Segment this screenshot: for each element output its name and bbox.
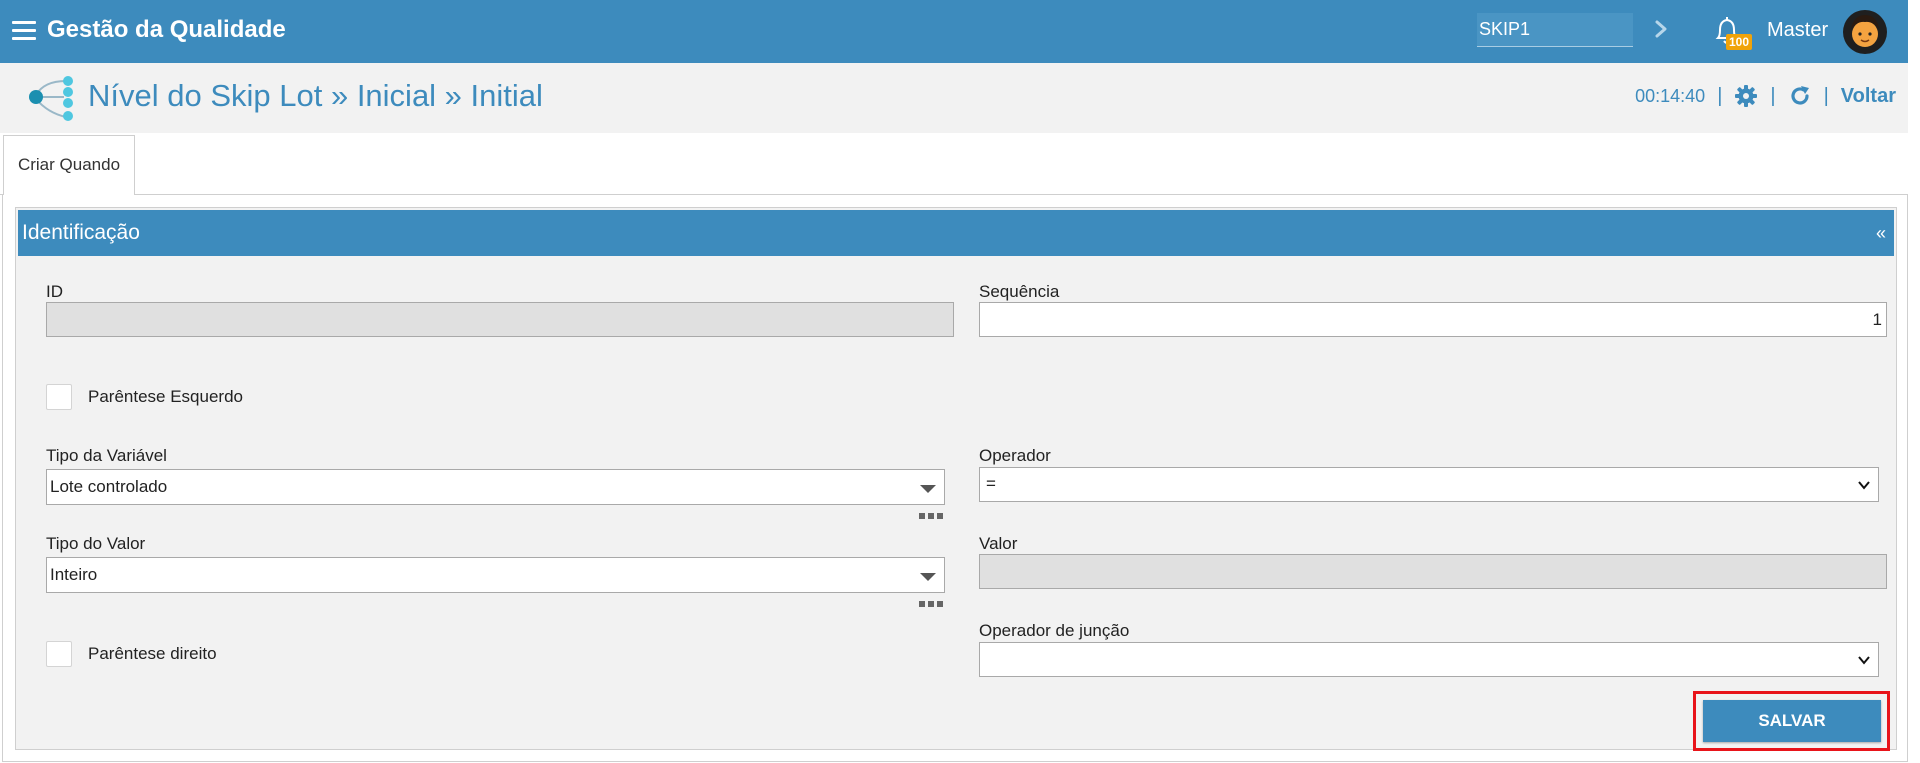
parentese-esquerdo-label: Parêntese Esquerdo	[88, 387, 243, 406]
parentese-esquerdo-checkbox[interactable]	[46, 384, 72, 410]
hamburger-icon[interactable]	[12, 21, 36, 41]
save-button[interactable]: SALVAR	[1703, 700, 1881, 742]
divider: |	[1717, 84, 1723, 107]
chevron-right-icon[interactable]	[1650, 18, 1672, 40]
tipo-valor-combo[interactable]: Inteiro	[46, 557, 945, 593]
notification-badge: 100	[1726, 34, 1753, 50]
avatar[interactable]	[1842, 9, 1888, 55]
search-input[interactable]	[1477, 13, 1633, 47]
page-title: Nível do Skip Lot » Inicial » Initial	[88, 78, 543, 113]
operador-juncao-select[interactable]	[979, 642, 1879, 677]
operador-value: =	[986, 474, 996, 493]
gear-icon[interactable]	[1734, 84, 1758, 108]
chevron-down-icon	[1858, 656, 1870, 665]
tipo-variavel-combo[interactable]: Lote controlado	[46, 469, 945, 505]
chevron-down-icon	[1858, 481, 1870, 490]
operador-label: Operador	[979, 446, 1051, 465]
dropdown-arrow-icon	[920, 573, 936, 581]
parentese-direito-checkbox[interactable]	[46, 641, 72, 667]
divider: |	[1770, 84, 1776, 107]
id-label: ID	[46, 282, 63, 301]
valor-field	[979, 554, 1887, 589]
tipo-valor-value: Inteiro	[50, 565, 98, 584]
dropdown-arrow-icon	[920, 485, 936, 493]
divider: |	[1823, 84, 1829, 107]
panel-title: Identificação	[22, 221, 140, 244]
id-field	[46, 302, 954, 337]
panel-header[interactable]: Identificação «	[18, 210, 1894, 256]
app-title: Gestão da Qualidade	[47, 16, 286, 43]
header-actions: 00:14:40 | | | Voltar	[1635, 84, 1896, 108]
ellipsis-icon[interactable]	[918, 512, 944, 520]
operador-select[interactable]: =	[979, 467, 1879, 502]
sequencia-label: Sequência	[979, 282, 1060, 301]
refresh-icon[interactable]	[1788, 84, 1812, 108]
tab-bar: Criar Quando	[0, 133, 1908, 196]
operador-juncao-label: Operador de junção	[979, 621, 1130, 640]
parentese-direito-label: Parêntese direito	[88, 644, 217, 663]
tipo-variavel-label: Tipo da Variável	[46, 446, 167, 465]
collapse-icon[interactable]: «	[1876, 210, 1886, 256]
workflow-icon	[29, 76, 73, 121]
tipo-valor-label: Tipo do Valor	[46, 534, 146, 553]
sequencia-field[interactable]	[979, 302, 1887, 337]
page-header: Nível do Skip Lot » Inicial » Initial 00…	[0, 63, 1908, 133]
top-bar: Gestão da Qualidade 100 Master	[0, 0, 1908, 63]
tipo-variavel-value: Lote controlado	[50, 477, 168, 496]
ellipsis-icon[interactable]	[918, 600, 944, 608]
back-link[interactable]: Voltar	[1841, 85, 1896, 108]
user-name[interactable]: Master	[1767, 19, 1828, 42]
session-timer: 00:14:40	[1635, 85, 1706, 106]
valor-label: Valor	[979, 534, 1018, 553]
tab-criar-quando[interactable]: Criar Quando	[3, 135, 135, 196]
